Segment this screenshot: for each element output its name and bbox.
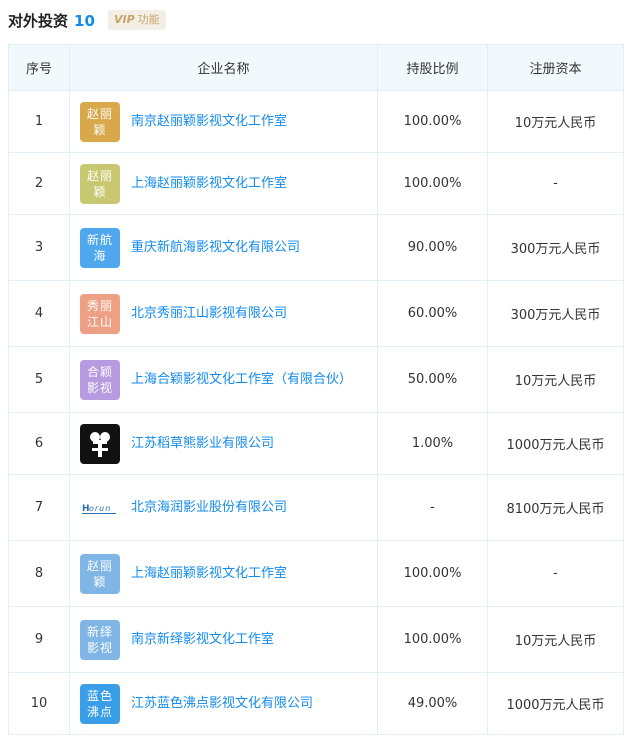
company-logo-text: 新绎影视: [86, 624, 113, 655]
hairun-logo-icon: Horun: [82, 504, 116, 514]
company-name-link[interactable]: 上海赵丽颖影视文化工作室: [131, 564, 356, 584]
vip-label: 功能: [137, 13, 160, 26]
company-name-link[interactable]: 江苏稻草熊影业有限公司: [131, 434, 356, 454]
registered-capital: 10万元人民币: [487, 90, 624, 153]
company-cell: 赵丽颖 上海赵丽颖影视文化工作室: [69, 540, 378, 607]
header-ratio: 持股比例: [377, 44, 488, 91]
company-cell: Horun 北京海润影业股份有限公司: [69, 474, 378, 541]
table-row[interactable]: 8 赵丽颖 上海赵丽颖影视文化工作室 100.00% -: [8, 540, 624, 607]
company-logo[interactable]: 新航海: [80, 227, 120, 268]
share-ratio: 50.00%: [377, 346, 488, 413]
row-index: 4: [8, 280, 70, 347]
company-logo[interactable]: 赵丽颖: [80, 101, 120, 142]
investment-table: 序号 企业名称 持股比例 注册资本 1 赵丽颖 南京赵丽颖影视文化工作室 100.00…: [8, 44, 624, 735]
section-header: 对外投资 10 VIP 功能: [0, 0, 624, 44]
table-header-row: 序号 企业名称 持股比例 注册资本: [8, 44, 624, 91]
registered-capital: 300万元人民币: [487, 280, 624, 347]
company-logo-text: 秀丽江山: [86, 298, 113, 329]
company-cell: 蓝色沸点 江苏蓝色沸点影视文化有限公司: [69, 672, 378, 735]
table-row[interactable]: 3 新航海 重庆新航海影视文化有限公司 90.00% 300万元人民币: [8, 214, 624, 281]
company-logo[interactable]: 赵丽颖: [80, 553, 120, 594]
company-cell: 新绎影视 南京新绎影视文化工作室: [69, 606, 378, 673]
company-logo[interactable]: Horun: [80, 487, 120, 528]
section-title: 对外投资 10: [8, 10, 95, 31]
share-ratio: 60.00%: [377, 280, 488, 347]
company-logo[interactable]: 新绎影视: [80, 619, 120, 660]
company-name-link[interactable]: 江苏蓝色沸点影视文化有限公司: [131, 694, 356, 714]
row-index: 9: [8, 606, 70, 673]
company-name-link[interactable]: 北京海润影业股份有限公司: [131, 498, 356, 518]
table-row[interactable]: 5 合颖影视 上海合颖影视文化工作室（有限合伙） 50.00% 10万元人民币: [8, 346, 624, 413]
svg-text:orun: orun: [89, 504, 111, 513]
company-logo-text: 新航海: [86, 232, 113, 263]
company-logo[interactable]: 秀丽江山: [80, 293, 120, 334]
row-index: 5: [8, 346, 70, 413]
share-ratio: 90.00%: [377, 214, 488, 281]
share-ratio: 100.00%: [377, 606, 488, 673]
vip-icon: VIP: [114, 13, 135, 26]
company-cell: 赵丽颖 上海赵丽颖影视文化工作室: [69, 152, 378, 215]
registered-capital: 10万元人民币: [487, 606, 624, 673]
row-index: 6: [8, 412, 70, 475]
company-cell: 秀丽江山 北京秀丽江山影视有限公司: [69, 280, 378, 347]
share-ratio: 100.00%: [377, 90, 488, 153]
company-logo-text: 赵丽颖: [86, 168, 113, 199]
company-name-link[interactable]: 重庆新航海影视文化有限公司: [131, 238, 356, 258]
straw-bear-logo-icon: [90, 431, 110, 457]
row-index: 1: [8, 90, 70, 153]
company-name-link[interactable]: 上海赵丽颖影视文化工作室: [131, 174, 356, 194]
table-row[interactable]: 7 Horun 北京海润影业股份有限公司 -8100万元人民币: [8, 474, 624, 541]
registered-capital: 300万元人民币: [487, 214, 624, 281]
table-row[interactable]: 4 秀丽江山 北京秀丽江山影视有限公司 60.00% 300万元人民币: [8, 280, 624, 347]
company-name-link[interactable]: 上海合颖影视文化工作室（有限合伙）: [131, 370, 356, 390]
company-logo[interactable]: 合颖影视: [80, 359, 120, 400]
registered-capital: -: [487, 152, 624, 215]
registered-capital: 1000万元人民币: [487, 412, 624, 475]
company-logo-text: 蓝色沸点: [86, 688, 113, 719]
company-logo-text: 赵丽颖: [86, 106, 113, 137]
table-row[interactable]: 6 江苏稻草熊影业有限公司 1.00% 1000万元人民币: [8, 412, 624, 475]
table-row[interactable]: 9 新绎影视 南京新绎影视文化工作室 100.00% 10万元人民币: [8, 606, 624, 673]
registered-capital: 8100万元人民币: [487, 474, 624, 541]
section-count: 10: [74, 12, 95, 30]
company-logo[interactable]: [80, 423, 120, 464]
share-ratio: 49.00%: [377, 672, 488, 735]
company-name-link[interactable]: 北京秀丽江山影视有限公司: [131, 304, 356, 324]
header-index: 序号: [8, 44, 70, 91]
row-index: 2: [8, 152, 70, 215]
row-index: 10: [8, 672, 70, 735]
row-index: 7: [8, 474, 70, 541]
vip-badge[interactable]: VIP 功能: [108, 10, 166, 30]
table-row[interactable]: 10 蓝色沸点 江苏蓝色沸点影视文化有限公司 49.00% 1000万元人民币: [8, 672, 624, 735]
share-ratio: 100.00%: [377, 540, 488, 607]
registered-capital: 1000万元人民币: [487, 672, 624, 735]
table-row[interactable]: 2 赵丽颖 上海赵丽颖影视文化工作室 100.00% -: [8, 152, 624, 215]
company-cell: 新航海 重庆新航海影视文化有限公司: [69, 214, 378, 281]
share-ratio: 1.00%: [377, 412, 488, 475]
company-name-link[interactable]: 南京赵丽颖影视文化工作室: [131, 112, 356, 132]
row-index: 3: [8, 214, 70, 281]
company-cell: 合颖影视 上海合颖影视文化工作室（有限合伙）: [69, 346, 378, 413]
company-logo-text: 合颖影视: [86, 364, 113, 395]
header-capital: 注册资本: [487, 44, 624, 91]
company-logo-text: 赵丽颖: [86, 558, 113, 589]
share-ratio: 100.00%: [377, 152, 488, 215]
company-cell: 江苏稻草熊影业有限公司: [69, 412, 378, 475]
registered-capital: 10万元人民币: [487, 346, 624, 413]
company-logo[interactable]: 蓝色沸点: [80, 683, 120, 724]
share-ratio: -: [377, 474, 488, 541]
section-title-text: 对外投资: [8, 12, 69, 30]
company-name-link[interactable]: 南京新绎影视文化工作室: [131, 630, 356, 650]
row-index: 8: [8, 540, 70, 607]
company-logo[interactable]: 赵丽颖: [80, 163, 120, 204]
company-cell: 赵丽颖 南京赵丽颖影视文化工作室: [69, 90, 378, 153]
registered-capital: -: [487, 540, 624, 607]
header-company: 企业名称: [69, 44, 378, 91]
table-row[interactable]: 1 赵丽颖 南京赵丽颖影视文化工作室 100.00% 10万元人民币: [8, 90, 624, 153]
